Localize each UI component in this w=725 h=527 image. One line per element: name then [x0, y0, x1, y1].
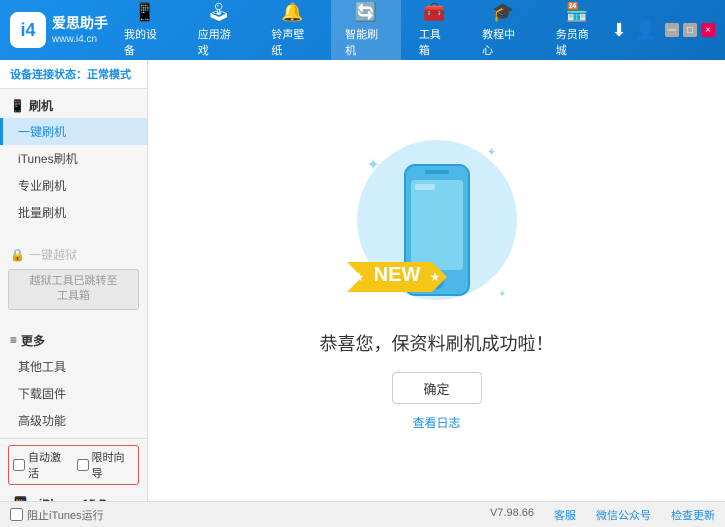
logo-area: i4 爱思助手 www.i4.cn	[10, 12, 110, 48]
nav-apps-games[interactable]: 🕹 应用游戏	[184, 0, 254, 64]
itunes-block-area: 阻止iTunes运行	[10, 507, 104, 523]
nav-items: 📱 我的设备 🕹 应用游戏 🔔 铃声壁纸 🔄 智能刷机 🧰 工具箱 🎓 教程中心…	[110, 0, 611, 64]
sparkle-2: ✦	[486, 145, 496, 159]
tutorial-nav-icon: 🎓	[492, 2, 514, 23]
top-right-controls: ⬇ 👤 ─ □ ×	[611, 20, 715, 41]
success-illustration: ✦ ✦ ✦ NEW	[337, 130, 537, 330]
toolbox-nav-icon: 🧰	[423, 2, 445, 23]
nav-ringtones[interactable]: 🔔 铃声壁纸	[257, 0, 327, 64]
more-section: ≡ 更多 其他工具 下载固件 高级功能	[0, 324, 147, 438]
user-icon[interactable]: 👤	[635, 20, 657, 41]
flash-header-icon: 📱	[10, 99, 25, 113]
close-button[interactable]: ×	[701, 23, 715, 37]
timed-guide-input[interactable]	[77, 459, 89, 471]
app-title: 爱思助手	[52, 14, 108, 32]
device-area: 自动激活 限时向导 📱 iPhone 15 Pro Max 512GB iPho…	[0, 438, 147, 501]
device-name: iPhone 15 Pro Max	[39, 495, 139, 501]
auto-options-box: 自动激活 限时向导	[8, 445, 139, 485]
device-phone-icon: 📱	[8, 495, 33, 501]
auto-activate-input[interactable]	[13, 459, 25, 471]
svg-text:★: ★	[353, 270, 364, 284]
logo-icon: i4	[10, 12, 46, 48]
nav-smart-flash[interactable]: 🔄 智能刷机	[331, 0, 401, 64]
business-nav-icon: 🏪	[565, 2, 587, 23]
flash-section-header: 📱 刷机	[0, 93, 147, 118]
check-update-link[interactable]: 检查更新	[671, 507, 715, 523]
itunes-block-label: 阻止iTunes运行	[27, 507, 104, 523]
log-link[interactable]: 查看日志	[412, 414, 460, 431]
bottom-bar-right: V7.98.66 客服 微信公众号 检查更新	[490, 507, 715, 523]
more-header-icon: ≡	[10, 333, 17, 347]
nav-toolbox[interactable]: 🧰 工具箱	[405, 0, 464, 64]
maximize-button[interactable]: □	[683, 23, 697, 37]
jailbreak-disabled-msg: 越狱工具已跳转至工具箱	[8, 269, 139, 310]
sidebar-item-pro-flash[interactable]: 专业刷机	[0, 172, 147, 199]
svg-text:NEW: NEW	[373, 264, 420, 286]
more-section-header: ≡ 更多	[0, 328, 147, 353]
jailbreak-section: 🔒 一键越狱 越狱工具已跳转至工具箱	[0, 238, 147, 316]
wechat-link[interactable]: 微信公众号	[596, 507, 651, 523]
main-area: 设备连接状态：正常模式 📱 刷机 一键刷机 iTunes刷机 专业刷机 批量刷机…	[0, 60, 725, 501]
device-nav-icon: 📱	[134, 2, 156, 23]
itunes-block-checkbox[interactable]	[10, 508, 23, 521]
success-message: 恭喜您，保资料刷机成功啦！	[320, 330, 554, 356]
sparkle-3: ✦	[498, 289, 506, 300]
sparkle-1: ✦	[367, 155, 380, 175]
ringtone-nav-icon: 🔔	[281, 2, 303, 23]
download-icon[interactable]: ⬇	[611, 20, 626, 41]
version-text: V7.98.66	[490, 507, 534, 523]
device-info: 📱 iPhone 15 Pro Max 512GB iPhone	[8, 491, 139, 501]
status-value: 正常模式	[87, 69, 131, 81]
timed-guide-checkbox[interactable]: 限时向导	[77, 449, 135, 481]
status-bar: 设备连接状态：正常模式	[0, 60, 147, 89]
sidebar-item-download-firmware[interactable]: 下载固件	[0, 380, 147, 407]
sidebar: 设备连接状态：正常模式 📱 刷机 一键刷机 iTunes刷机 专业刷机 批量刷机…	[0, 60, 148, 501]
new-badge: NEW ★ ★	[347, 247, 447, 310]
top-nav-bar: i4 爱思助手 www.i4.cn 📱 我的设备 🕹 应用游戏 🔔 铃声壁纸 🔄…	[0, 0, 725, 60]
status-label: 设备连接状态：	[10, 69, 87, 81]
nav-tutorial[interactable]: 🎓 教程中心	[468, 0, 538, 64]
sidebar-item-advanced[interactable]: 高级功能	[0, 407, 147, 434]
sidebar-item-batch-flash[interactable]: 批量刷机	[0, 199, 147, 226]
content-area: ✦ ✦ ✦ NEW	[148, 60, 725, 501]
lock-icon: 🔒	[10, 248, 25, 262]
auto-activate-checkbox[interactable]: 自动激活	[13, 449, 71, 481]
window-controls: ─ □ ×	[665, 23, 715, 37]
minimize-button[interactable]: ─	[665, 23, 679, 37]
flash-section: 📱 刷机 一键刷机 iTunes刷机 专业刷机 批量刷机	[0, 89, 147, 230]
customer-service-link[interactable]: 客服	[554, 507, 576, 523]
bottom-bar: 阻止iTunes运行 V7.98.66 客服 微信公众号 检查更新	[0, 501, 725, 527]
flash-nav-icon: 🔄	[355, 2, 377, 23]
nav-my-device[interactable]: 📱 我的设备	[110, 0, 180, 64]
sidebar-item-itunes-flash[interactable]: iTunes刷机	[0, 145, 147, 172]
app-url: www.i4.cn	[52, 33, 108, 46]
apps-nav-icon: 🕹	[207, 2, 230, 23]
nav-business[interactable]: 🏪 务员商城	[542, 0, 612, 64]
confirm-button[interactable]: 确定	[392, 372, 482, 404]
sidebar-item-one-key-flash[interactable]: 一键刷机	[0, 118, 147, 145]
svg-text:★: ★	[429, 270, 440, 284]
jailbreak-header: 🔒 一键越狱	[0, 242, 147, 267]
sidebar-item-other-tools[interactable]: 其他工具	[0, 353, 147, 380]
